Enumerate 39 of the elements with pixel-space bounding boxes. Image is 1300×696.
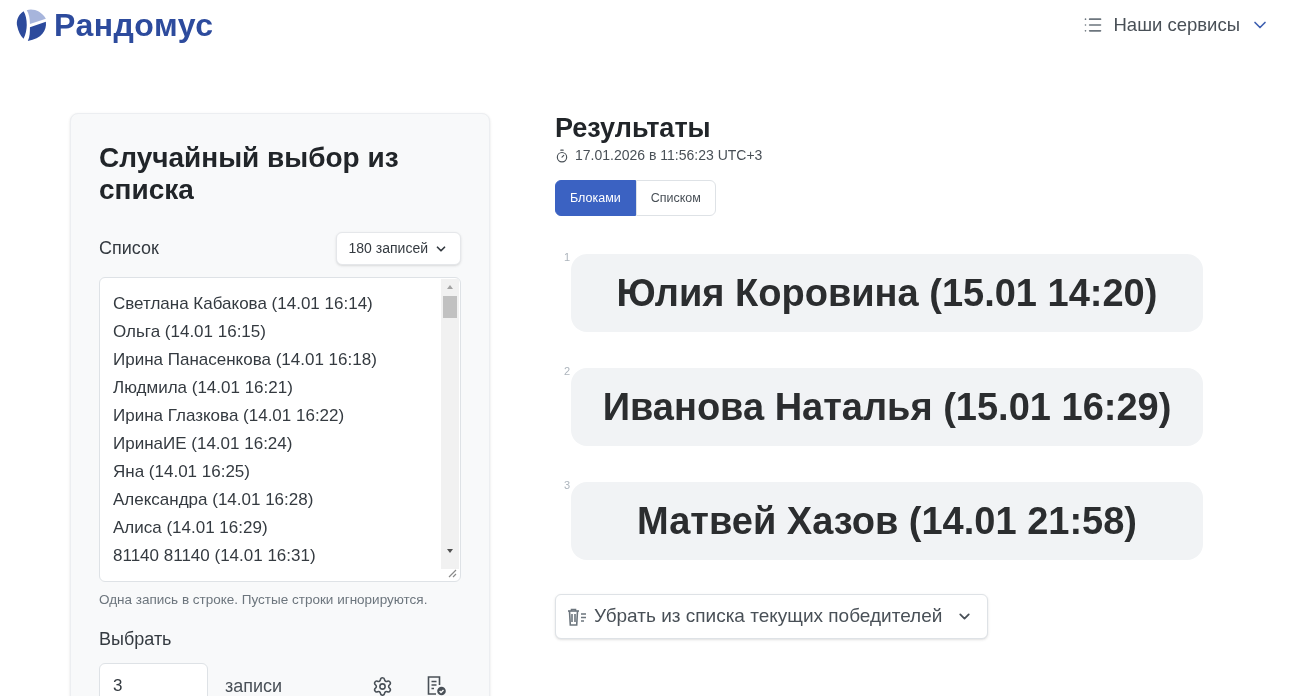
card-title: Случайный выбор из списка: [99, 142, 400, 206]
count-input[interactable]: 3: [99, 663, 208, 696]
services-menu[interactable]: Наши сервисы: [1083, 11, 1270, 39]
winner-number: 1: [564, 252, 571, 263]
logo-text[interactable]: Рандомус: [54, 7, 214, 43]
document-check-icon[interactable]: [425, 675, 447, 696]
settings-icon[interactable]: [372, 675, 393, 696]
list-entry: Людмила (14.01 16:21): [113, 377, 293, 399]
results-title: Результаты: [555, 113, 711, 143]
view-tab[interactable]: Блоками: [555, 180, 636, 216]
resize-handle-icon[interactable]: [448, 569, 457, 578]
stopwatch-icon: [555, 148, 569, 163]
pick-label: Выбрать: [99, 628, 172, 652]
view-tab[interactable]: Списком: [635, 180, 716, 216]
list-entry: Александра (14.01 16:28): [113, 489, 314, 511]
hint-text: Одна запись в строке. Пустые строки игнорируются.: [99, 591, 429, 609]
list-entry: Светлана Кабакова (14.01 16:14): [113, 293, 373, 315]
winner-name: Иванова Наталья (15.01 16:29): [602, 384, 1172, 430]
winner-number: 2: [564, 366, 571, 377]
result-timestamp: 17.01.2026 в 11:56:23 UTC+3: [575, 146, 763, 165]
winner-number: 3: [564, 480, 571, 491]
list-entry: 81140 81140 (14.01 16:31): [113, 545, 316, 567]
list-entry: Ирина Глазкова (14.01 16:22): [113, 405, 345, 427]
list-textarea[interactable]: [99, 277, 461, 582]
list-entry: Алиса (14.01 16:29): [113, 517, 268, 539]
scrollbar[interactable]: [441, 279, 459, 569]
unit-label: записи: [225, 674, 283, 696]
winner-name: Юлия Коровина (15.01 14:20): [616, 270, 1158, 316]
list-entry: Ольга (14.01 16:15): [113, 321, 266, 343]
count-dropdown[interactable]: 180 записей: [335, 232, 461, 265]
list-entry: Яна (14.01 16:25): [113, 461, 250, 483]
list-icon: [1083, 15, 1104, 35]
winner-name: Матвей Хазов (14.01 21:58): [637, 498, 1137, 544]
logo-icon: [14, 8, 48, 42]
list-entry: Ирина Панасенкова (14.01 16:18): [113, 349, 377, 371]
remove-winners-button[interactable]: Убрать из списка текущих победителей: [555, 594, 989, 639]
list-entry: ИринаИЕ (14.01 16:24): [113, 433, 293, 455]
list-label: Список: [99, 237, 159, 260]
trash-list-icon: [566, 606, 588, 627]
